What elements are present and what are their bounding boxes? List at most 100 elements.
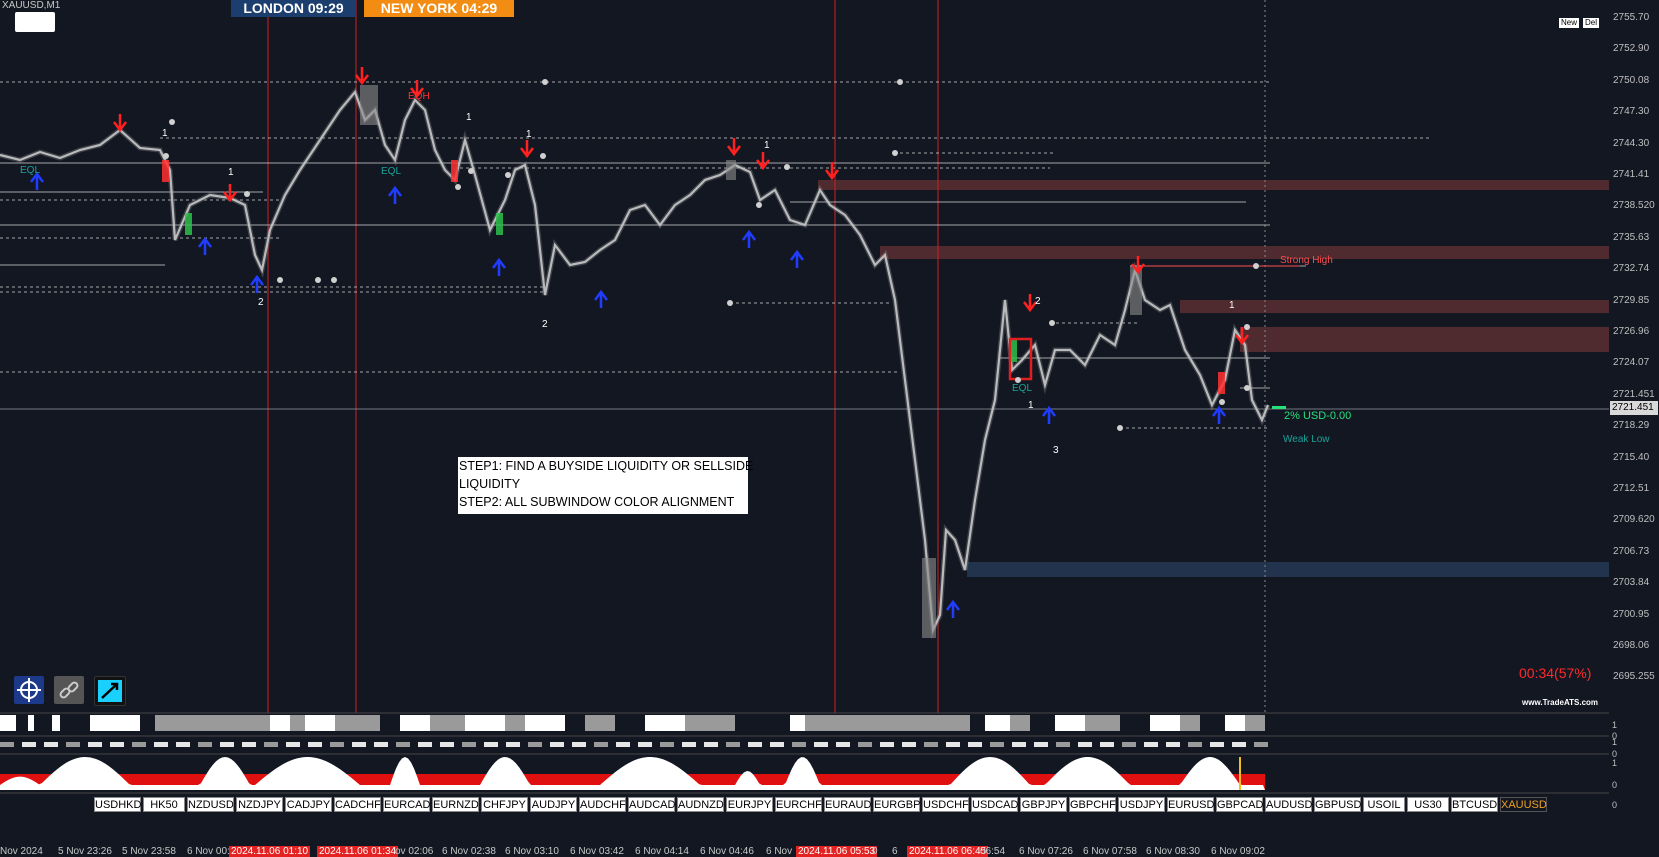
symbol-button-usdjpy[interactable]: USDJPY — [1118, 797, 1165, 812]
price-label: 2715.40 — [1613, 451, 1650, 463]
signal-block — [270, 715, 290, 731]
liquidity-dot — [331, 277, 337, 283]
signal-dash — [858, 742, 872, 747]
signal-dash — [770, 742, 784, 747]
signal-block — [430, 715, 465, 731]
symbol-button-usoil[interactable]: USOIL — [1363, 797, 1405, 812]
london-session-clock: LONDON 09:29 — [231, 0, 356, 17]
signal-block — [1030, 715, 1055, 731]
note-line-3: STEP2: ALL SUBWINDOW COLOR ALIGNMENT — [459, 495, 735, 509]
liquidity-dot — [277, 277, 283, 283]
symbol-button-eurcad[interactable]: EURCAD — [383, 797, 430, 812]
time-label: 6 Nov 07:26 — [1019, 846, 1073, 857]
symbol-button-usdcad[interactable]: USDCAD — [971, 797, 1018, 812]
symbol-button-eurjpy[interactable]: EURJPY — [726, 797, 773, 812]
symbol-button-audjpy[interactable]: AUDJPY — [530, 797, 577, 812]
time-label: 6 — [892, 846, 898, 857]
liquidity-dot — [1219, 399, 1225, 405]
symbol-button-cadjpy[interactable]: CADJPY — [285, 797, 332, 812]
wick-block — [360, 85, 378, 125]
signal-block — [0, 715, 16, 731]
liquidity-dot — [1244, 385, 1250, 391]
symbol-button-us30[interactable]: US30 — [1407, 797, 1449, 812]
signal-block — [90, 715, 140, 731]
price-chart[interactable] — [0, 0, 1659, 857]
chart-window[interactable]: XAUUSD,M1 LONDON 09:29 NEW YORK 04:29 Ne… — [0, 0, 1659, 857]
price-range-band — [0, 87, 1271, 640]
price-label: 2729.85 — [1613, 294, 1650, 306]
strong-high-label: Strong High — [1280, 255, 1333, 266]
price-label: 2735.63 — [1613, 231, 1650, 243]
liquidity-dot — [1244, 324, 1250, 330]
signal-dash — [352, 742, 366, 747]
symbol-button-chfjpy[interactable]: CHFJPY — [481, 797, 528, 812]
symbol-button-nzdusd[interactable]: NZDUSD — [187, 797, 234, 812]
symbol-button-audusd[interactable]: AUDUSD — [1265, 797, 1312, 812]
price-label: 2712.51 — [1613, 483, 1650, 494]
symbol-button-gbpcad[interactable]: GBPCAD — [1216, 797, 1263, 812]
signal-dash — [1034, 742, 1048, 747]
highlighted-candle — [185, 213, 192, 235]
subwindow-3-scale-bottom: 0 — [1612, 780, 1618, 790]
symbol-button-eurnzd[interactable]: EURNZD — [432, 797, 479, 812]
time-label: 2024.11.06 06:45 — [907, 846, 989, 857]
swing-label: 1 — [466, 112, 472, 123]
symbol-button-usdhkd[interactable]: USDHKD — [94, 797, 141, 812]
symbol-button-usdchf[interactable]: USDCHF — [922, 797, 969, 812]
new-button[interactable]: New — [1559, 18, 1580, 28]
link-icon[interactable] — [54, 676, 84, 704]
sell-arrow-icon — [520, 140, 534, 159]
liquidity-dot — [727, 300, 733, 306]
symbol-button-btcusd[interactable]: BTCUSD — [1451, 797, 1498, 812]
time-label: 5 Nov 23:26 — [58, 846, 112, 857]
symbol-button-audcad[interactable]: AUDCAD — [628, 797, 675, 812]
signal-block — [615, 715, 645, 731]
trendline-icon[interactable] — [94, 676, 126, 706]
time-label: 0 — [872, 846, 878, 857]
liquidity-dot — [455, 184, 461, 190]
time-label: 6 Nov 08:30 — [1146, 846, 1200, 857]
symbol-button-eurusd[interactable]: EURUSD — [1167, 797, 1214, 812]
symbol-button-eurchf[interactable]: EURCHF — [775, 797, 822, 812]
crosshair-icon[interactable] — [14, 676, 44, 704]
signal-dash — [286, 742, 300, 747]
price-label: 2695.255 — [1613, 671, 1655, 683]
signal-block — [1200, 715, 1225, 731]
symbol-button-gbpjpy[interactable]: GBPJPY — [1020, 797, 1067, 812]
symbol-button-euraud[interactable]: EURAUD — [824, 797, 871, 812]
highlighted-candle — [496, 213, 503, 235]
signal-dash — [572, 742, 586, 747]
subwindow-1-scale-top: 1 — [1612, 720, 1618, 730]
symbol-button-cadchf[interactable]: CADCHF — [334, 797, 381, 812]
candle-timer: 00:34(57%) — [1519, 665, 1592, 681]
liquidity-dot — [315, 277, 321, 283]
buy-arrow-icon — [1042, 405, 1056, 424]
signal-dash — [1254, 742, 1268, 747]
buy-arrow-icon — [388, 185, 402, 204]
time-label: 2024.11.06 05:53 — [796, 846, 878, 857]
symbol-button-nzdjpy[interactable]: NZDJPY — [236, 797, 283, 812]
eql-label-1: EQL — [20, 165, 41, 176]
liquidity-zone — [880, 246, 1609, 259]
symbol-button-gbpchf[interactable]: GBPCHF — [1069, 797, 1116, 812]
signal-block — [1225, 715, 1245, 731]
delete-button[interactable]: Del — [1583, 18, 1600, 28]
symbol-button-hk50[interactable]: HK50 — [143, 797, 185, 812]
symbol-button-audchf[interactable]: AUDCHF — [579, 797, 626, 812]
highlighted-candle — [162, 160, 169, 182]
liquidity-zone — [967, 562, 1609, 577]
buy-arrow-icon — [790, 249, 804, 268]
symbol-button-xauusd[interactable]: XAUUSD — [1500, 797, 1547, 812]
signal-dash — [198, 742, 212, 747]
signal-dash — [242, 742, 256, 747]
note-line-2: LIQUIDITY — [459, 477, 521, 491]
symbol-button-gbpusd[interactable]: GBPUSD — [1314, 797, 1361, 812]
symbol-button-audnzd[interactable]: AUDNZD — [677, 797, 724, 812]
signal-dash — [330, 742, 344, 747]
buy-arrow-icon — [198, 236, 212, 255]
liquidity-dot — [468, 168, 474, 174]
liquidity-zone — [818, 180, 1609, 190]
signal-dash — [418, 742, 432, 747]
time-label: 6 Nov 03:10 — [505, 846, 559, 857]
symbol-button-eurgbp[interactable]: EURGBP — [873, 797, 920, 812]
